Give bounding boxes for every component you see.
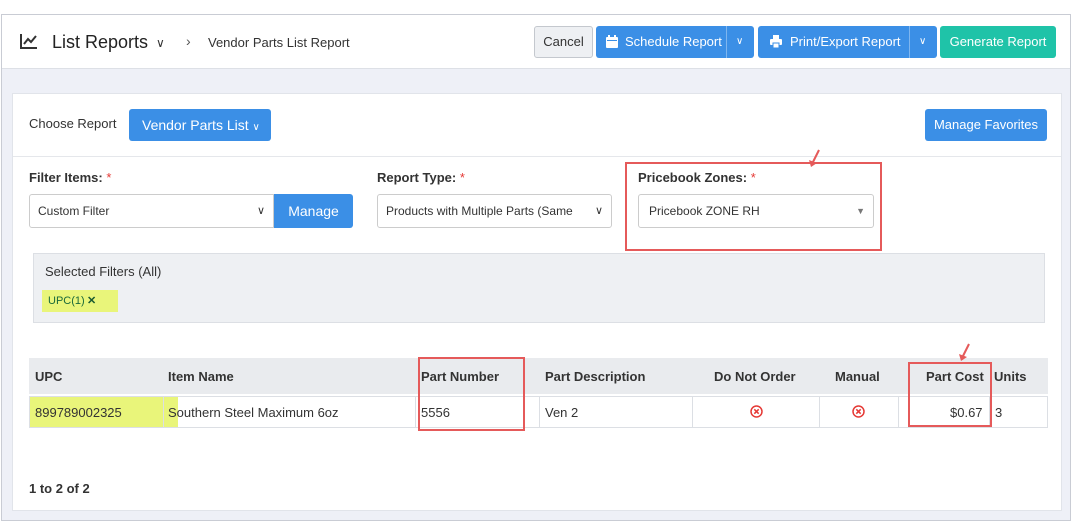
report-select-value: Vendor Parts List [142, 117, 249, 133]
annotation-highlight-box [418, 357, 525, 431]
chevron-down-icon[interactable]: ∨ [156, 36, 165, 50]
report-type-label-text: Report Type: [377, 170, 457, 185]
column-divider [819, 397, 820, 427]
chevron-down-icon: ∨ [252, 122, 260, 133]
column-header-units[interactable]: Units [994, 369, 1027, 384]
required-mark: * [459, 170, 465, 185]
column-divider [415, 397, 416, 427]
x-circle-icon [852, 405, 865, 418]
filter-chip[interactable]: UPC(1) ✕ [42, 290, 118, 312]
manage-filter-button[interactable]: Manage [274, 194, 353, 228]
filter-items-select[interactable]: Custom Filter ∨ [29, 194, 274, 228]
print-dropdown-toggle[interactable]: ∨ [909, 26, 937, 58]
schedule-dropdown-toggle[interactable]: ∨ [726, 26, 754, 58]
table-header: UPC Item Name Part Number Part Descripti… [29, 358, 1048, 394]
report-select-button[interactable]: Vendor Parts List ∨ [129, 109, 271, 141]
chevron-down-icon: ∨ [919, 36, 927, 47]
cell-units: 3 [995, 405, 1003, 420]
column-divider [539, 397, 540, 427]
filter-items-label-text: Filter Items: [29, 170, 103, 185]
column-divider [163, 397, 164, 427]
cancel-button[interactable]: Cancel [534, 26, 593, 58]
app-frame: List Reports ∨ › Vendor Parts List Repor… [1, 14, 1071, 521]
cell-item-name: Southern Steel Maximum 6oz [168, 405, 339, 420]
cell-part-description: Ven 2 [545, 405, 579, 420]
schedule-report-label: Schedule Report [625, 34, 722, 49]
close-icon[interactable]: ✕ [87, 290, 96, 312]
column-header-manual[interactable]: Manual [835, 369, 880, 384]
filter-chip-label: UPC(1) [48, 295, 85, 307]
column-divider [898, 397, 899, 427]
top-bar: List Reports ∨ › Vendor Parts List Repor… [2, 15, 1070, 69]
filter-items-value: Custom Filter [38, 204, 110, 218]
manage-favorites-button[interactable]: Manage Favorites [925, 109, 1047, 141]
print-export-button[interactable]: Print/Export Report ∨ [758, 26, 937, 58]
choose-report-label: Choose Report [29, 116, 117, 131]
report-panel: Choose Report Vendor Parts List ∨ Manage… [12, 93, 1062, 511]
breadcrumb-current: Vendor Parts List Report [208, 35, 350, 50]
printer-icon [770, 35, 782, 48]
annotation-highlight-box [625, 162, 882, 251]
table-row[interactable]: 899789002325 Southern Steel Maximum 6oz … [29, 396, 1048, 428]
column-header-part-description[interactable]: Part Description [545, 369, 645, 384]
print-export-label: Print/Export Report [790, 34, 901, 49]
annotation-highlight-box [908, 362, 992, 427]
annotation-arrow-icon [809, 149, 820, 167]
column-divider [692, 397, 693, 427]
calendar-icon [606, 35, 618, 48]
chevron-down-icon: ∨ [590, 195, 603, 227]
pagination-summary: 1 to 2 of 2 [29, 481, 90, 496]
chevron-down-icon: ∨ [252, 195, 265, 227]
divider [13, 156, 1061, 157]
annotation-arrow-icon [959, 343, 970, 361]
schedule-report-button[interactable]: Schedule Report ∨ [596, 26, 754, 58]
column-header-item-name[interactable]: Item Name [168, 369, 234, 384]
column-header-do-not-order[interactable]: Do Not Order [714, 369, 796, 384]
report-type-label: Report Type: * [377, 170, 465, 185]
line-chart-icon [20, 34, 37, 49]
selected-filters-box: Selected Filters (All) UPC(1) ✕ [33, 253, 1045, 323]
selected-filters-title: Selected Filters (All) [45, 264, 162, 279]
chevron-down-icon: ∨ [736, 36, 744, 47]
generate-report-button[interactable]: Generate Report [940, 26, 1056, 58]
column-header-upc[interactable]: UPC [35, 369, 62, 384]
x-circle-icon [750, 405, 763, 418]
filter-items-label: Filter Items: * [29, 170, 111, 185]
report-type-value: Products with Multiple Parts (Same [386, 204, 573, 218]
cell-upc: 899789002325 [35, 405, 122, 420]
chevron-right-icon: › [186, 33, 191, 49]
required-mark: * [106, 170, 112, 185]
report-type-select[interactable]: Products with Multiple Parts (Same ∨ [377, 194, 612, 228]
page-title[interactable]: List Reports [52, 32, 148, 53]
